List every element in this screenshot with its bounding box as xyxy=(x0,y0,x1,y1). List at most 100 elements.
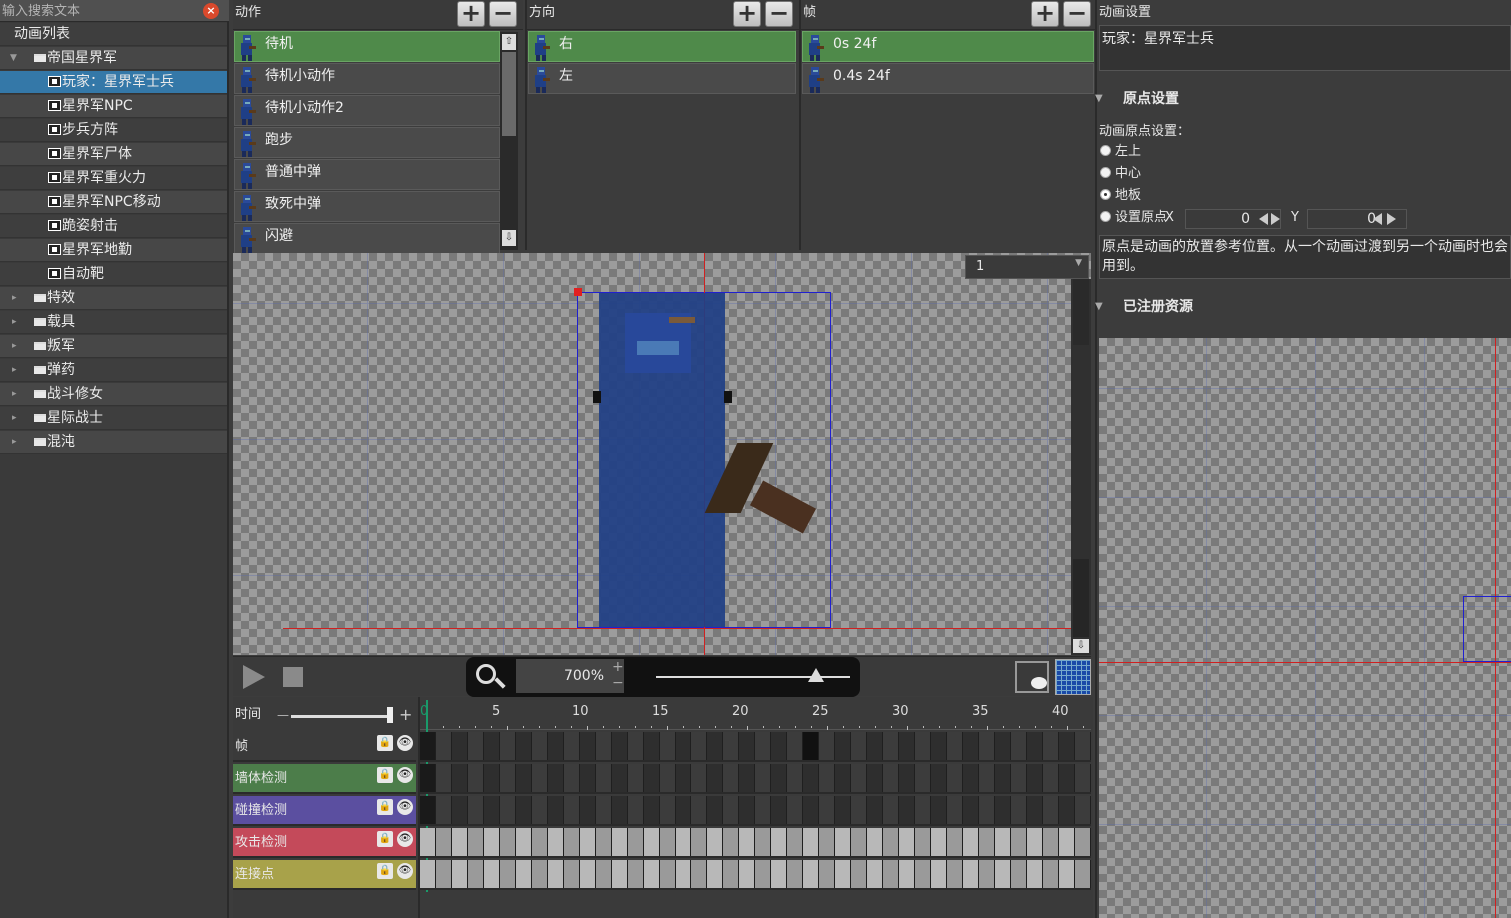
expand-arrow-icon[interactable]: ▸ xyxy=(12,335,17,358)
timeline-cell[interactable] xyxy=(1010,764,1027,792)
timeline-cell[interactable] xyxy=(435,732,452,760)
timeline-cell[interactable] xyxy=(1010,860,1027,888)
expand-arrow-icon[interactable]: ▸ xyxy=(12,287,17,310)
timeline-cell[interactable] xyxy=(547,860,564,888)
timeline-cell[interactable] xyxy=(595,860,612,888)
timeline-cell[interactable] xyxy=(595,732,612,760)
lock-icon[interactable]: 🔒 xyxy=(377,799,393,815)
timeline-cell[interactable] xyxy=(515,732,532,760)
time-minus-icon[interactable]: — xyxy=(277,700,289,730)
expand-arrow-icon[interactable]: ▸ xyxy=(12,311,17,334)
list-item[interactable]: 0.4s 24f xyxy=(802,63,1094,94)
eye-icon[interactable]: 👁 xyxy=(397,767,413,783)
timeline-cell[interactable] xyxy=(579,828,596,856)
tree-folder[interactable]: ▸ 星际战士 xyxy=(0,407,227,430)
timeline-cell[interactable] xyxy=(946,796,963,824)
timeline-cell[interactable] xyxy=(723,764,740,792)
timeline-cell[interactable] xyxy=(659,732,676,760)
timeline-cell[interactable] xyxy=(707,860,724,888)
timeline-cell[interactable] xyxy=(547,764,564,792)
timeline-cell[interactable] xyxy=(467,860,484,888)
timeline-cell[interactable] xyxy=(675,828,692,856)
lock-icon[interactable]: 🔒 xyxy=(377,831,393,847)
timeline-cell[interactable] xyxy=(915,860,931,888)
timeline-cell[interactable] xyxy=(451,828,468,856)
timeline-cell[interactable] xyxy=(611,796,628,824)
right-handle[interactable] xyxy=(724,391,732,403)
timeline-cell[interactable] xyxy=(420,764,436,792)
scroll-down-icon[interactable]: ⇩ xyxy=(1073,639,1089,653)
timeline-cell[interactable] xyxy=(451,732,468,760)
tree-folder[interactable]: ▸ 战斗修女 xyxy=(0,383,227,406)
timeline-cell[interactable] xyxy=(707,828,724,856)
timeline-cell[interactable] xyxy=(1074,828,1091,856)
timeline-cell[interactable] xyxy=(739,796,756,824)
timeline-cell[interactable] xyxy=(547,796,564,824)
timeline-cell[interactable] xyxy=(627,860,644,888)
timeline-cell[interactable] xyxy=(691,764,708,792)
add-frame-button[interactable]: + xyxy=(1031,1,1059,27)
timeline-cell[interactable] xyxy=(627,732,644,760)
onion-skin-icon[interactable] xyxy=(1015,661,1049,693)
timeline-cell[interactable] xyxy=(883,796,900,824)
timeline-cell[interactable] xyxy=(420,860,436,888)
timeline-cell[interactable] xyxy=(643,796,660,824)
expand-arrow-icon[interactable]: ▸ xyxy=(12,431,17,454)
timeline-cell[interactable] xyxy=(1074,764,1091,792)
timeline-cell[interactable] xyxy=(915,764,931,792)
timeline-cell[interactable] xyxy=(563,828,580,856)
lock-icon[interactable]: 🔒 xyxy=(377,863,393,879)
tree-item-animation[interactable]: 步兵方阵 xyxy=(0,119,227,142)
timeline-cell[interactable] xyxy=(739,860,756,888)
timeline-cell[interactable] xyxy=(851,828,868,856)
expand-arrow-icon[interactable]: ▼ xyxy=(10,47,17,70)
timeline-cell[interactable] xyxy=(835,732,852,760)
timeline-cell[interactable] xyxy=(755,828,772,856)
lock-icon[interactable]: 🔒 xyxy=(377,735,393,751)
list-item[interactable]: 0s 24f xyxy=(802,31,1094,62)
tree-root[interactable]: 动画列表 xyxy=(0,23,227,46)
timeline-cell[interactable] xyxy=(931,732,947,760)
timeline-cell[interactable] xyxy=(579,860,596,888)
timeline-cell[interactable] xyxy=(643,732,660,760)
origin-radio-option[interactable]: 左上 xyxy=(1100,144,1141,160)
timeline-cell[interactable] xyxy=(899,796,916,824)
radio-dot-icon[interactable] xyxy=(1100,189,1111,200)
timeline-cell[interactable] xyxy=(515,828,532,856)
timeline-cell[interactable] xyxy=(851,732,868,760)
x-decrement-icon[interactable] xyxy=(1259,213,1268,225)
tree-folder[interactable]: ▸ 弹药 xyxy=(0,359,227,382)
scroll-up-icon[interactable]: ⇧ xyxy=(502,34,516,50)
timeline-cell[interactable] xyxy=(931,764,947,792)
left-handle[interactable] xyxy=(593,391,601,403)
clear-search-icon[interactable]: × xyxy=(203,3,219,19)
timeline-cell[interactable] xyxy=(707,732,724,760)
timeline-cell[interactable] xyxy=(835,828,852,856)
timeline-cell[interactable] xyxy=(467,764,484,792)
timeline-cell[interactable] xyxy=(771,828,788,856)
tree-item-animation[interactable]: 星界军重火力 xyxy=(0,167,227,190)
timeline-cell[interactable] xyxy=(851,796,868,824)
timeline-cell[interactable] xyxy=(915,732,931,760)
list-item[interactable]: 右 xyxy=(528,31,796,62)
timeline-cell[interactable] xyxy=(451,764,468,792)
timeline-cell[interactable] xyxy=(691,828,708,856)
timeline-cell[interactable] xyxy=(420,732,436,760)
radio-dot-icon[interactable] xyxy=(1100,145,1111,156)
timeline-cell[interactable] xyxy=(994,828,1011,856)
timeline-cell[interactable] xyxy=(1010,828,1027,856)
timeline-cell[interactable] xyxy=(579,796,596,824)
timeline-cell[interactable] xyxy=(755,860,772,888)
timeline-cell[interactable] xyxy=(1026,732,1043,760)
timeline-cell[interactable] xyxy=(851,764,868,792)
timeline-cell[interactable] xyxy=(1010,796,1027,824)
tree-folder[interactable]: ▸ 混沌 xyxy=(0,431,227,454)
timeline-cell[interactable] xyxy=(867,796,884,824)
timeline-cell[interactable] xyxy=(771,764,788,792)
timeline-cell[interactable] xyxy=(819,796,836,824)
timeline-cell[interactable] xyxy=(1042,796,1059,824)
list-item[interactable]: 待机 xyxy=(234,31,500,62)
timeline-cell[interactable] xyxy=(994,796,1011,824)
timeline-cell[interactable] xyxy=(803,860,820,888)
eye-icon[interactable]: 👁 xyxy=(397,831,413,847)
